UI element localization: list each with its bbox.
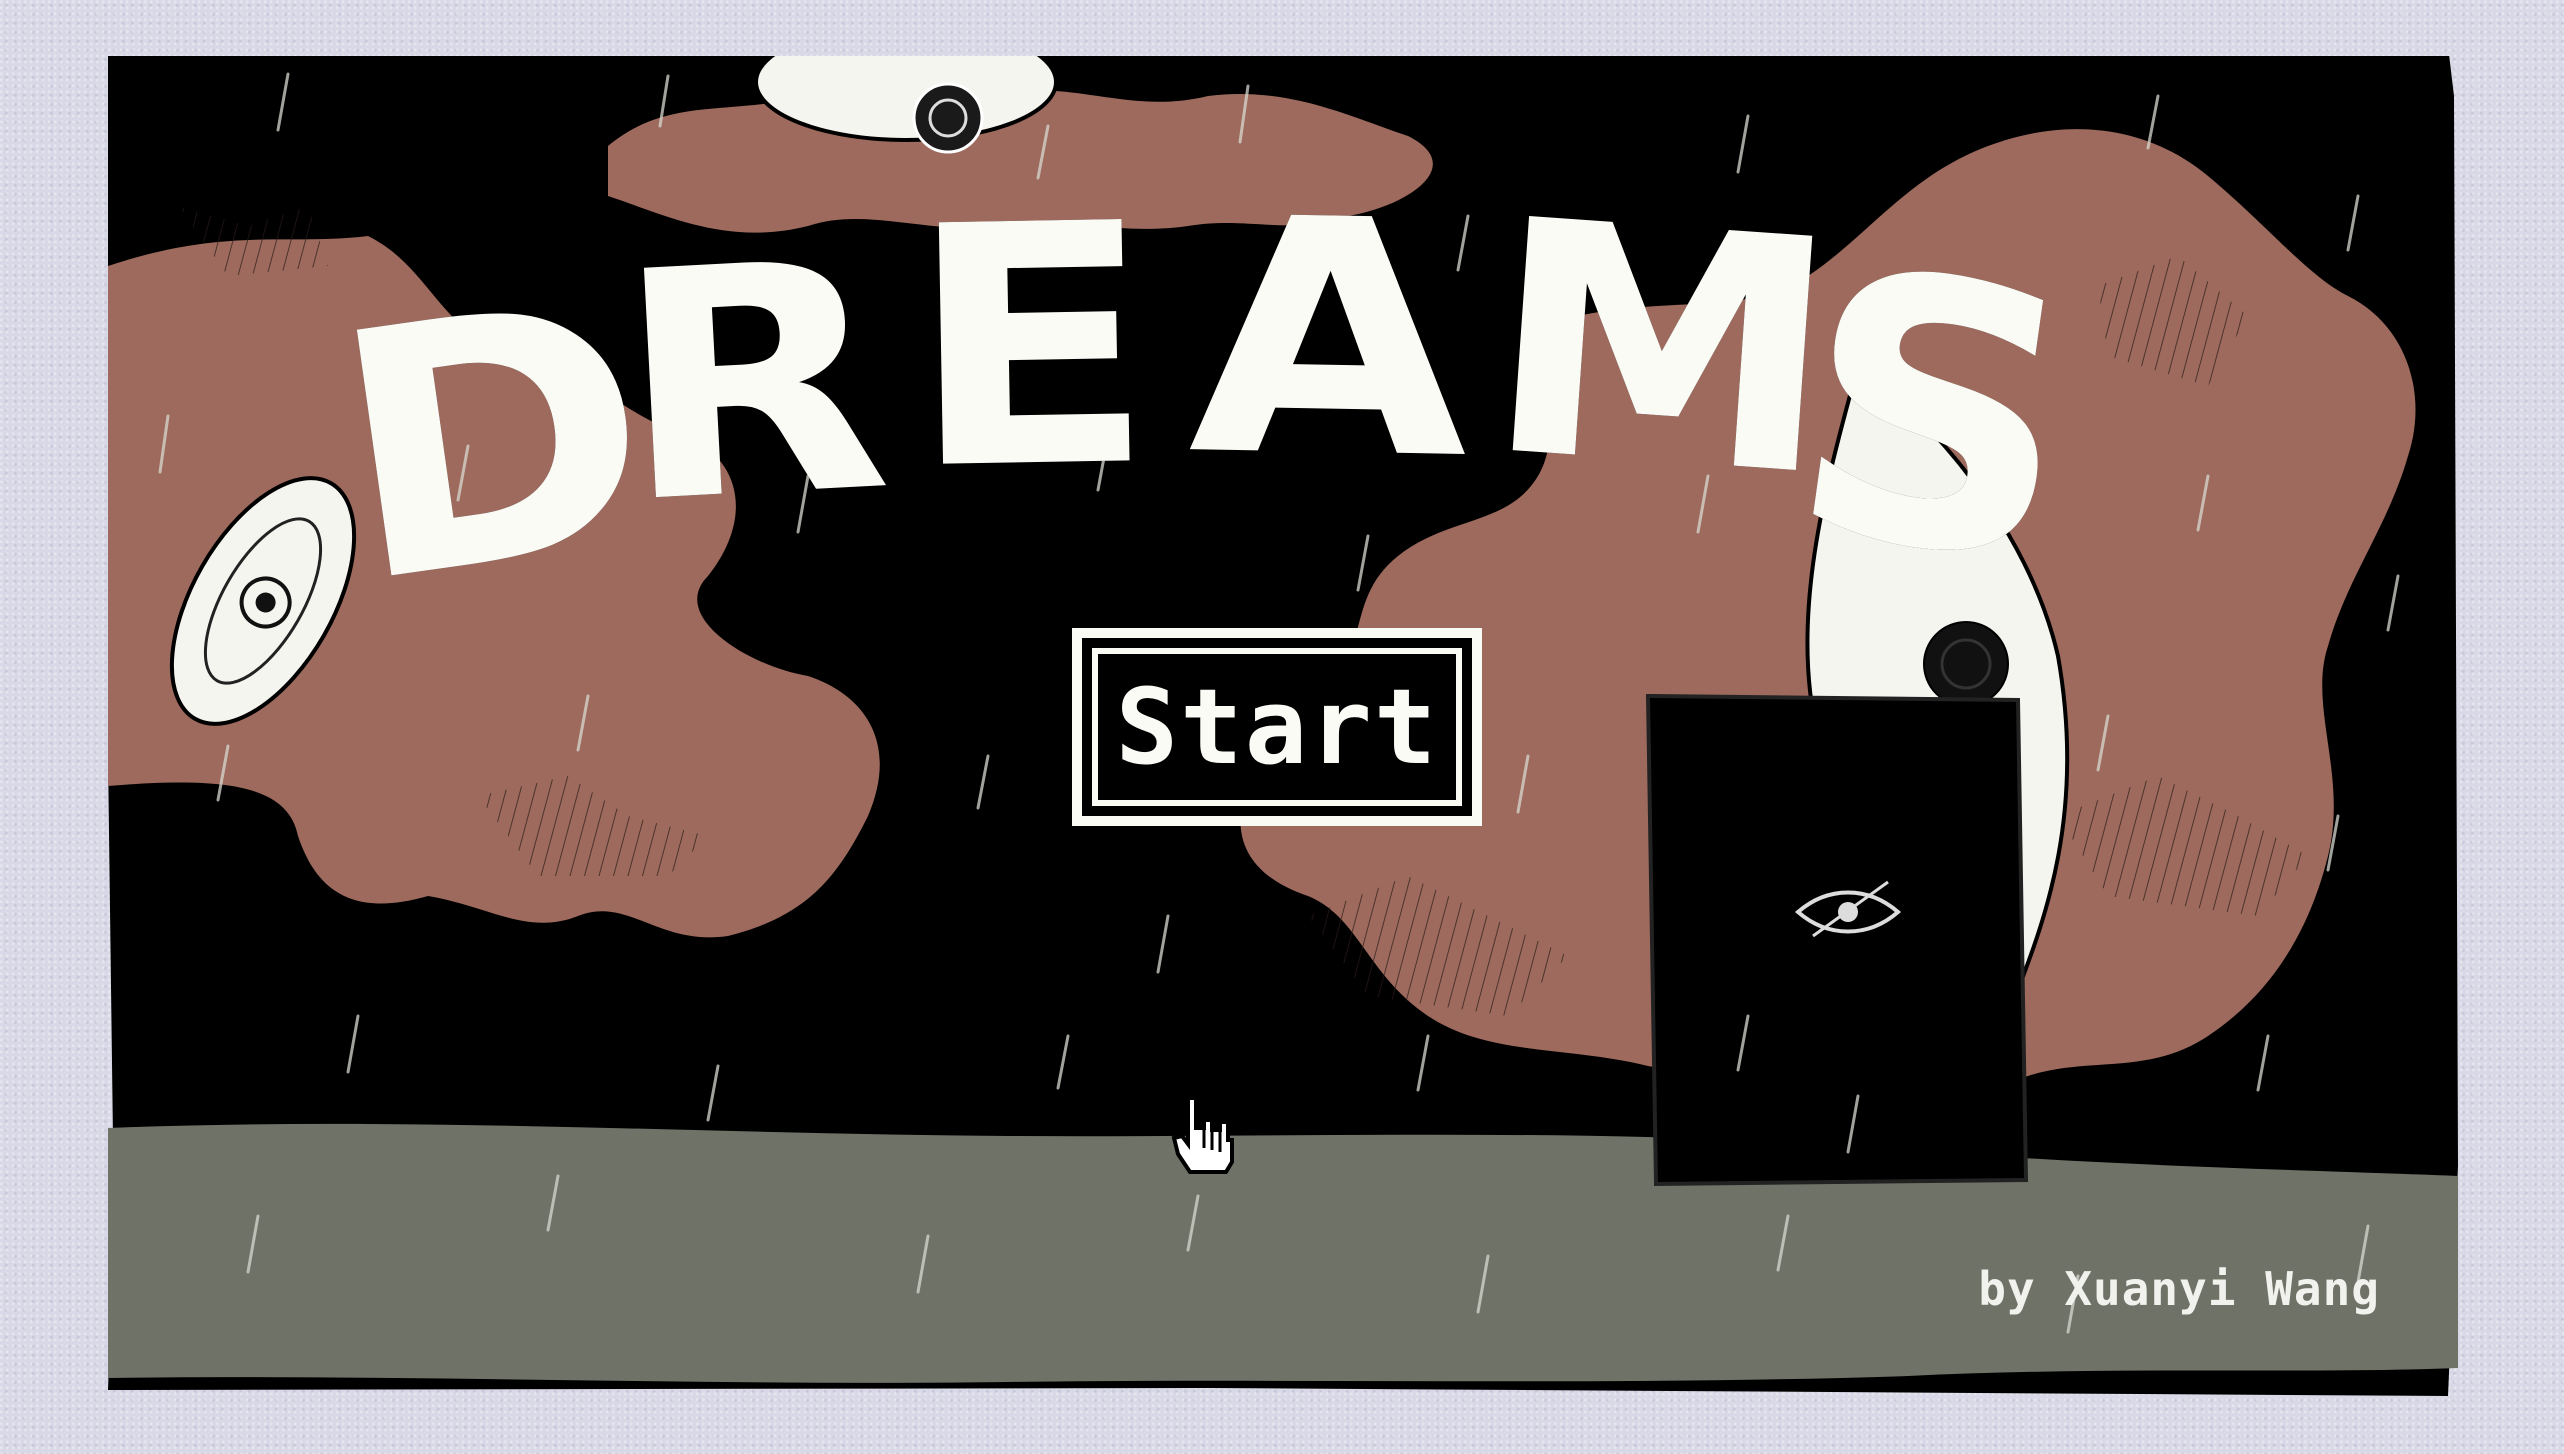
start-button-label: Start xyxy=(1115,666,1439,788)
title-letter-e: E xyxy=(904,152,1158,543)
title-letter-a: A xyxy=(1186,148,1472,531)
game-title: D R E A M S xyxy=(314,140,2100,680)
pointer-hand-icon xyxy=(1168,1092,1240,1178)
start-button[interactable]: Start xyxy=(1072,628,1482,826)
title-letter-s: S xyxy=(1769,187,2101,648)
dark-door xyxy=(1645,693,2029,1187)
ground xyxy=(108,1123,2458,1383)
title-letter-r: R xyxy=(608,192,897,574)
author-credit: by Xuanyi Wang xyxy=(1978,1262,2380,1316)
